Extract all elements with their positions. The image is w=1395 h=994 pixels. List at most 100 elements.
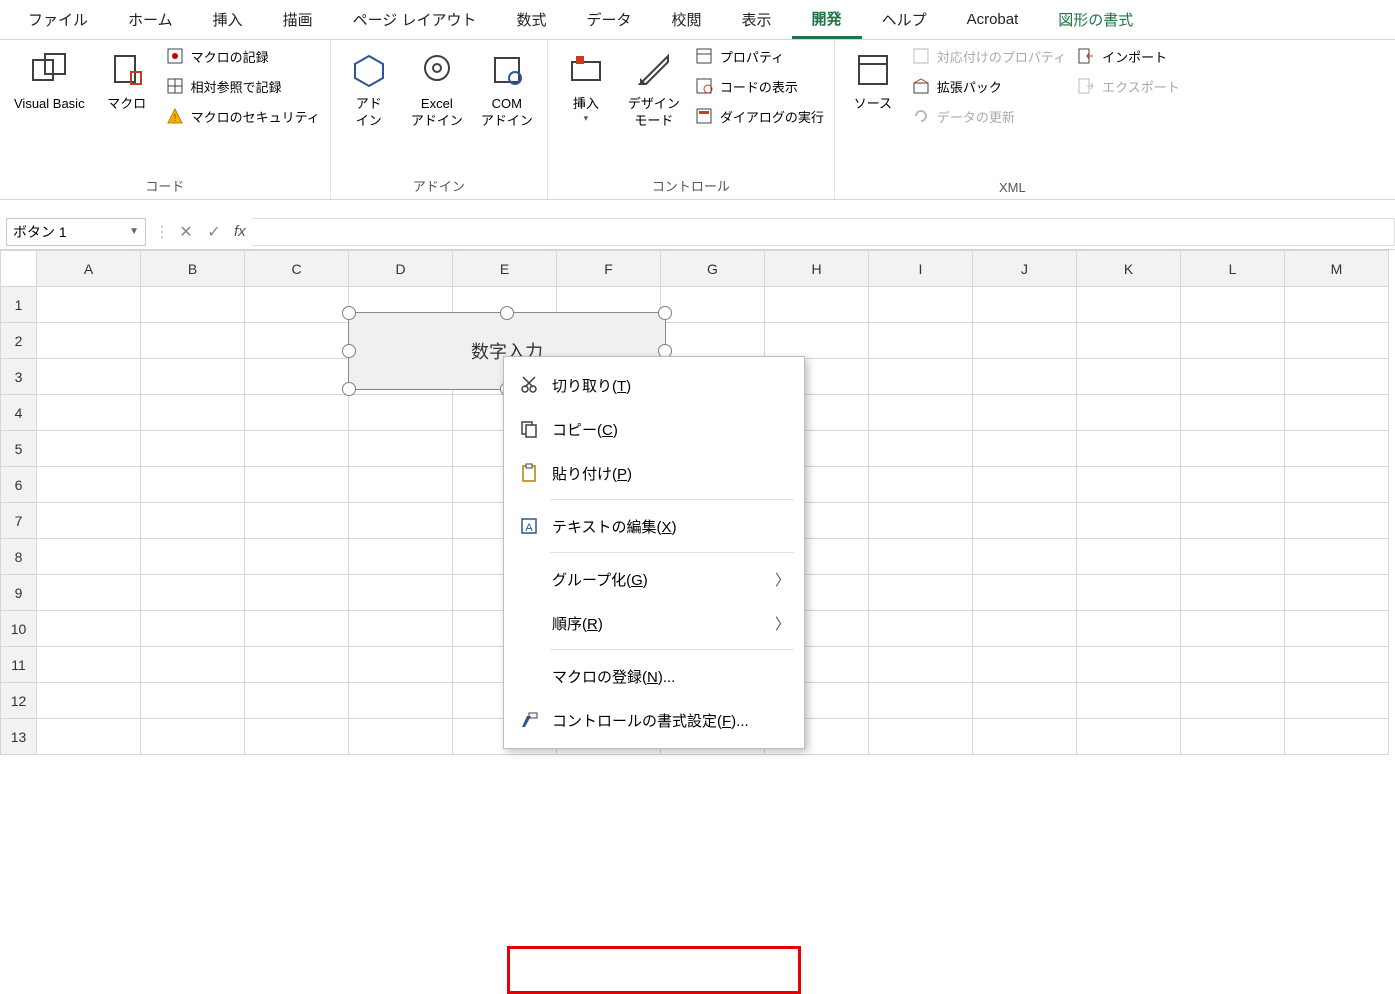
cell[interactable]: [869, 539, 973, 575]
cell[interactable]: [349, 611, 453, 647]
cell[interactable]: [1285, 647, 1389, 683]
ctx-copy[interactable]: コピー(C): [504, 407, 804, 451]
properties-button[interactable]: プロパティ: [692, 44, 826, 68]
cell[interactable]: [141, 395, 245, 431]
cell[interactable]: [1285, 323, 1389, 359]
cell[interactable]: [141, 539, 245, 575]
addins-button[interactable]: アド イン: [339, 44, 399, 134]
cell[interactable]: [141, 647, 245, 683]
column-header[interactable]: H: [765, 251, 869, 287]
cell[interactable]: [141, 683, 245, 719]
cell[interactable]: [1077, 611, 1181, 647]
cell[interactable]: [1077, 719, 1181, 755]
macro-security-button[interactable]: ! マクロのセキュリティ: [163, 104, 322, 128]
cell[interactable]: [141, 323, 245, 359]
com-addins-button[interactable]: COM アドイン: [475, 44, 539, 134]
cell[interactable]: [245, 431, 349, 467]
cell[interactable]: [141, 575, 245, 611]
row-header[interactable]: 13: [1, 719, 37, 755]
cell[interactable]: [869, 395, 973, 431]
cell[interactable]: [1077, 467, 1181, 503]
cell[interactable]: [349, 575, 453, 611]
cell[interactable]: [869, 287, 973, 323]
row-header[interactable]: 12: [1, 683, 37, 719]
cell[interactable]: [1181, 359, 1285, 395]
row-header[interactable]: 9: [1, 575, 37, 611]
tab-help[interactable]: ヘルプ: [862, 0, 947, 39]
column-header[interactable]: K: [1077, 251, 1181, 287]
cell[interactable]: [37, 323, 141, 359]
row-header[interactable]: 1: [1, 287, 37, 323]
dropdown-icon[interactable]: ▼: [129, 226, 139, 237]
cell[interactable]: [661, 323, 765, 359]
resize-handle-ne[interactable]: [658, 306, 672, 320]
row-header[interactable]: 5: [1, 431, 37, 467]
source-button[interactable]: ソース: [843, 44, 903, 117]
cell[interactable]: [973, 719, 1077, 755]
cell[interactable]: [1181, 287, 1285, 323]
insert-control-button[interactable]: 挿入 ▾: [556, 44, 616, 129]
cell[interactable]: [1181, 323, 1285, 359]
ctx-assign-macro[interactable]: マクロの登録(N)...: [504, 654, 804, 698]
resize-handle-sw[interactable]: [342, 382, 356, 396]
visual-basic-button[interactable]: Visual Basic: [8, 44, 91, 117]
cell[interactable]: [245, 503, 349, 539]
cell[interactable]: [37, 539, 141, 575]
name-box[interactable]: ボタン 1 ▼: [6, 218, 146, 246]
cell[interactable]: [1285, 431, 1389, 467]
tab-developer[interactable]: 開発: [792, 0, 862, 39]
cell[interactable]: [349, 647, 453, 683]
run-dialog-button[interactable]: ダイアログの実行: [692, 104, 826, 128]
cell[interactable]: [973, 287, 1077, 323]
cell[interactable]: [973, 431, 1077, 467]
cell[interactable]: [1285, 359, 1389, 395]
column-header[interactable]: J: [973, 251, 1077, 287]
cell[interactable]: [869, 503, 973, 539]
cell[interactable]: [37, 719, 141, 755]
cancel-formula-button[interactable]: ✕: [172, 222, 200, 242]
tab-insert[interactable]: 挿入: [193, 0, 263, 39]
cell[interactable]: [1285, 575, 1389, 611]
cell[interactable]: [141, 719, 245, 755]
cell[interactable]: [141, 611, 245, 647]
cell[interactable]: [349, 539, 453, 575]
cell[interactable]: [37, 287, 141, 323]
cell[interactable]: [869, 647, 973, 683]
cell[interactable]: [37, 683, 141, 719]
column-header[interactable]: I: [869, 251, 973, 287]
cell[interactable]: [349, 467, 453, 503]
row-header[interactable]: 3: [1, 359, 37, 395]
cell[interactable]: [1077, 647, 1181, 683]
expansion-pack-button[interactable]: 拡張パック: [909, 74, 1068, 98]
cell[interactable]: [869, 467, 973, 503]
cell[interactable]: [1181, 647, 1285, 683]
cell[interactable]: [973, 323, 1077, 359]
cell[interactable]: [661, 287, 765, 323]
row-header[interactable]: 10: [1, 611, 37, 647]
cell[interactable]: [141, 359, 245, 395]
cell[interactable]: [245, 683, 349, 719]
cell[interactable]: [1077, 287, 1181, 323]
cell[interactable]: [1285, 539, 1389, 575]
tab-draw[interactable]: 描画: [263, 0, 333, 39]
cell[interactable]: [349, 683, 453, 719]
cell[interactable]: [973, 683, 1077, 719]
cell[interactable]: [869, 611, 973, 647]
cell[interactable]: [1077, 431, 1181, 467]
cell[interactable]: [245, 287, 349, 323]
cell[interactable]: [245, 359, 349, 395]
cell[interactable]: [973, 575, 1077, 611]
tab-file[interactable]: ファイル: [8, 0, 108, 39]
cell[interactable]: [765, 323, 869, 359]
cell[interactable]: [1181, 431, 1285, 467]
cell[interactable]: [1181, 611, 1285, 647]
cell[interactable]: [1181, 503, 1285, 539]
formula-input[interactable]: [252, 218, 1395, 246]
cell[interactable]: [141, 503, 245, 539]
cell[interactable]: [245, 575, 349, 611]
cell[interactable]: [1077, 539, 1181, 575]
resize-handle-w[interactable]: [342, 344, 356, 358]
cell[interactable]: [1181, 539, 1285, 575]
tab-data[interactable]: データ: [567, 0, 652, 39]
cell[interactable]: [245, 719, 349, 755]
